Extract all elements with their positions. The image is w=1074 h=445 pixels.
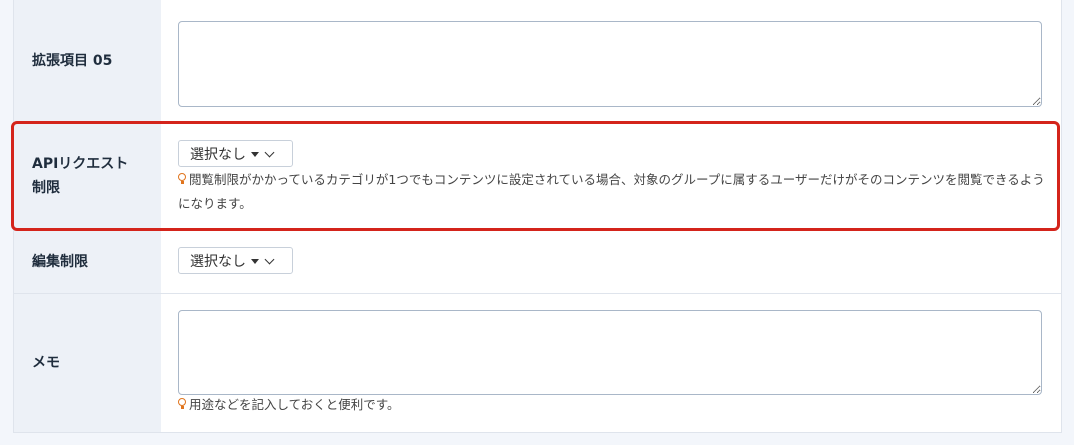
select-value: 選択なし	[190, 253, 246, 270]
field-label-line1: APIリクエスト	[32, 156, 129, 172]
form-row-api-request-limit: APIリクエスト 制限 選択なし 閲覧制限がかかっているカテゴリが1つでもコンテ…	[14, 121, 1061, 232]
field-cell: 用途などを記入しておくと便利です。	[161, 294, 1061, 432]
api-request-limit-select[interactable]: 選択なし	[178, 140, 293, 167]
field-label-line2: 制限	[32, 180, 60, 196]
help-text: 閲覧制限がかかっているカテゴリが1つでもコンテンツに設定されている場合、対象のグ…	[178, 172, 1045, 211]
field-cell: 選択なし	[161, 231, 1061, 293]
field-cell	[161, 0, 1061, 121]
select-value: 選択なし	[190, 146, 246, 163]
edit-limit-select[interactable]: 選択なし	[178, 247, 293, 274]
field-label: メモ	[14, 294, 161, 432]
memo-textarea[interactable]	[178, 310, 1042, 395]
chevron-down-icon	[264, 254, 275, 264]
help-text: 用途などを記入しておくと便利です。	[178, 393, 1049, 417]
chevron-down-icon	[264, 147, 275, 157]
form-row-memo: メモ 用途などを記入しておくと便利です。	[14, 294, 1061, 432]
field-cell: 選択なし 閲覧制限がかかっているカテゴリが1つでもコンテンツに設定されている場合…	[161, 121, 1061, 231]
lightbulb-icon	[178, 398, 186, 410]
field-label: 拡張項目 05	[14, 0, 161, 121]
field-label: APIリクエスト 制限	[14, 121, 161, 231]
extension-05-textarea[interactable]	[178, 21, 1042, 107]
form-row-edit-limit: 編集制限 選択なし	[14, 231, 1061, 294]
field-label: 編集制限	[14, 231, 161, 293]
lightbulb-icon	[178, 173, 186, 185]
caret-down-icon	[251, 151, 259, 157]
form-row-extension-05: 拡張項目 05	[14, 0, 1061, 122]
caret-down-icon	[251, 258, 259, 264]
form-table: 拡張項目 05 APIリクエスト 制限 選択なし 閲覧制限がかかっているカテゴリ…	[13, 0, 1062, 433]
